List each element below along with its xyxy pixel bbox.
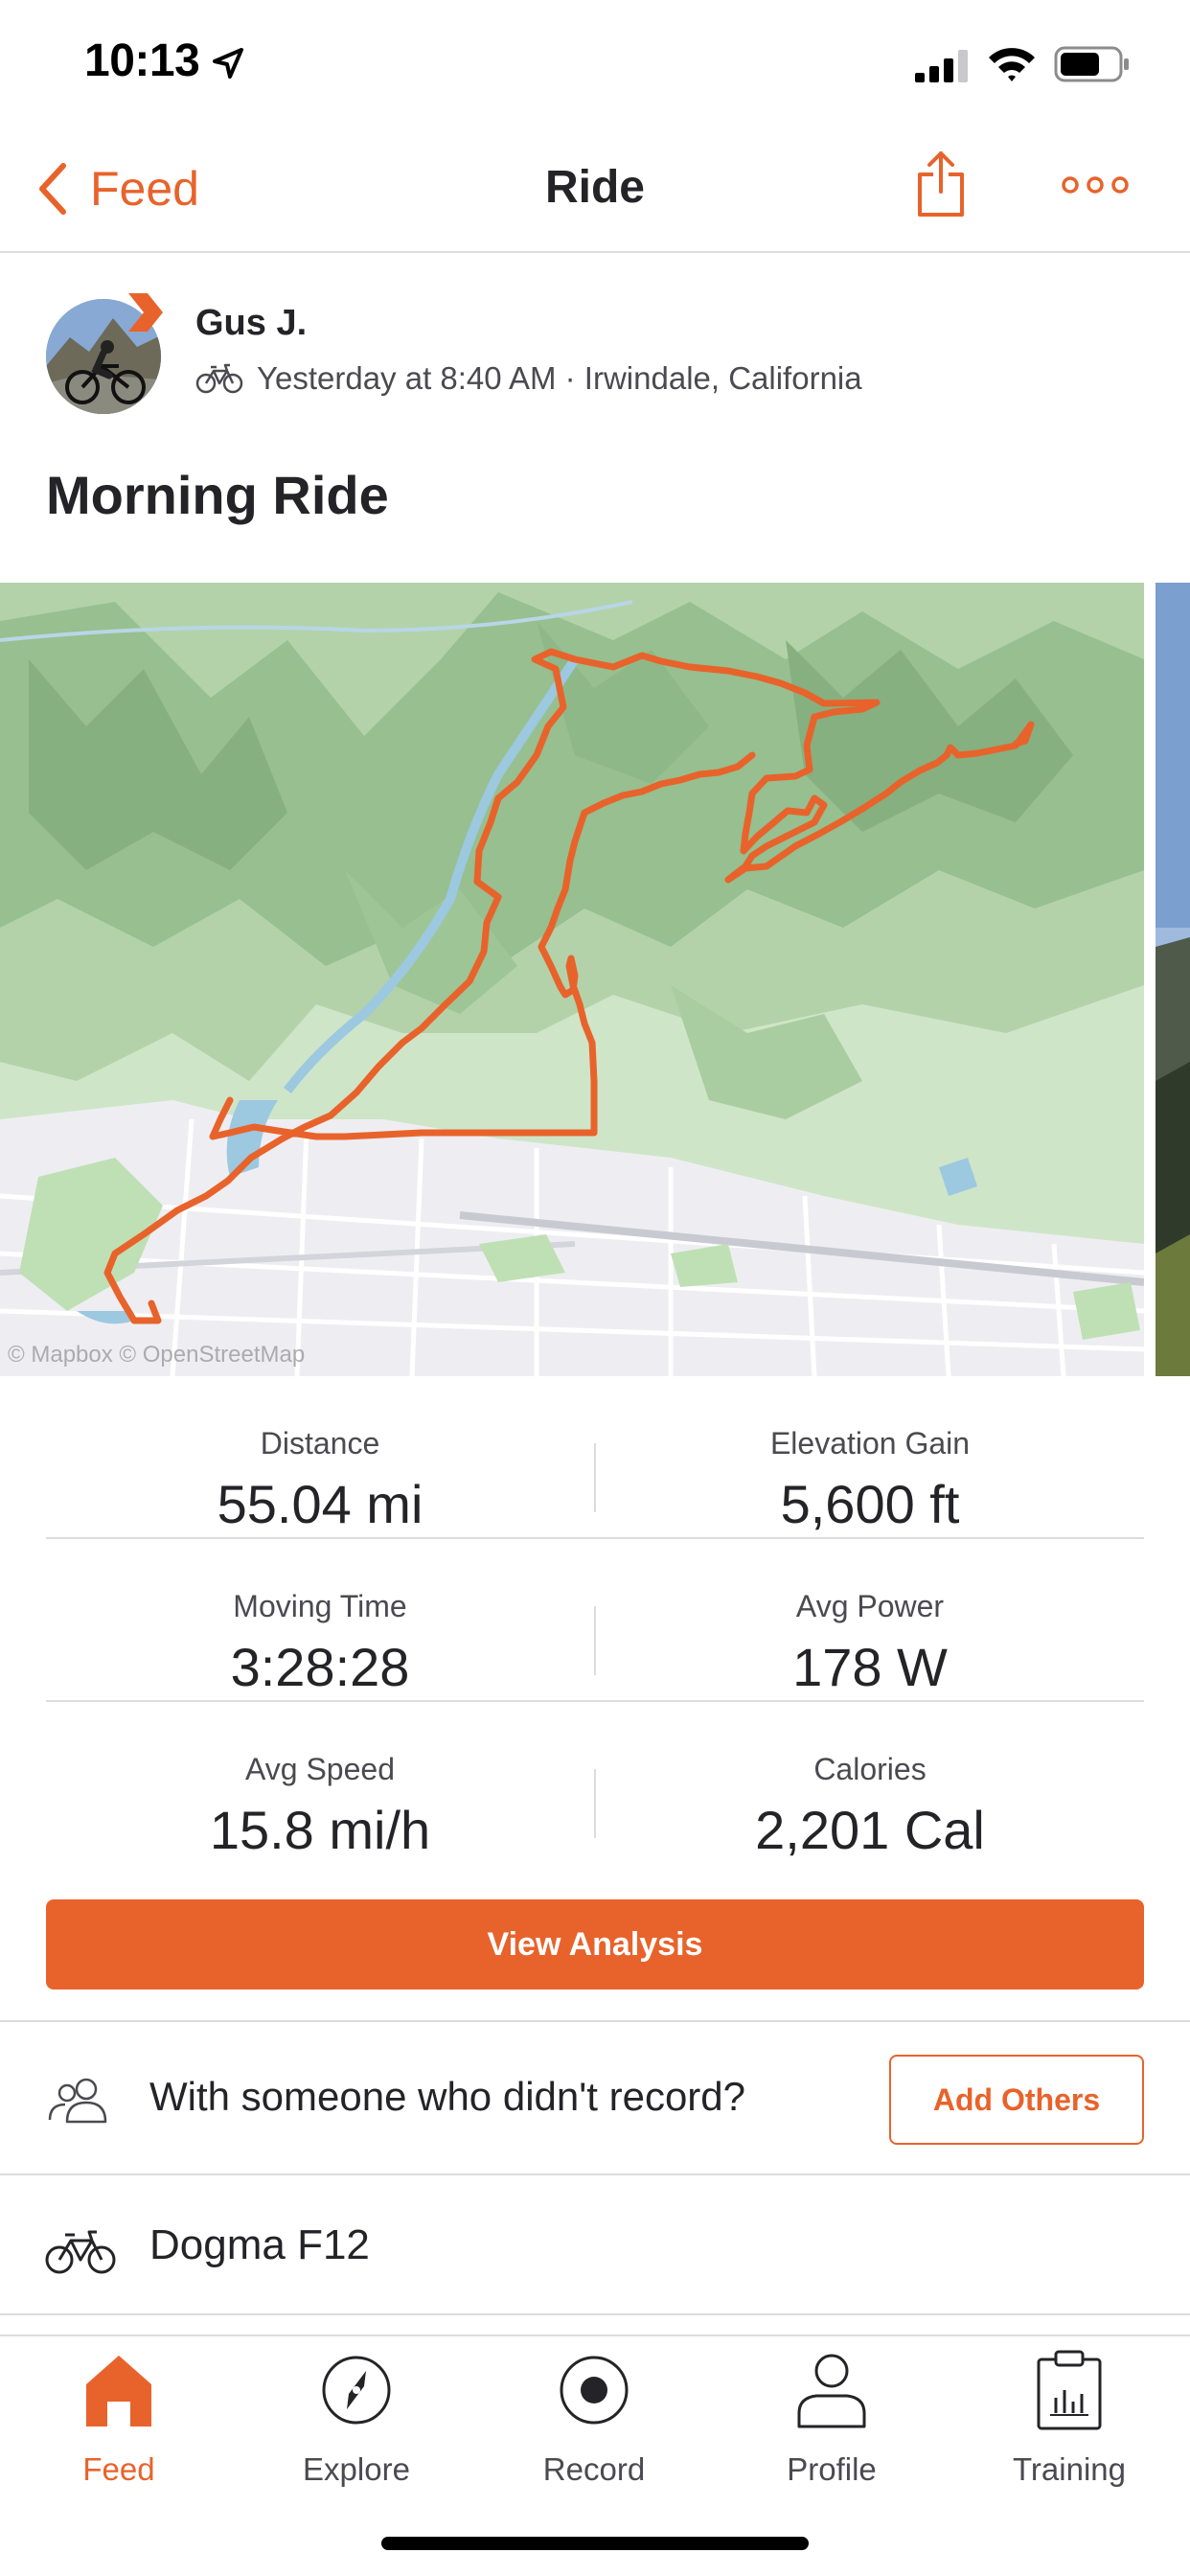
people-icon — [48, 2078, 107, 2124]
stat-label: Avg Speed — [245, 1752, 395, 1786]
map-attribution: © Mapbox © OpenStreetMap — [8, 1342, 306, 1368]
view-analysis-button[interactable]: View Analysis — [46, 1899, 1144, 1990]
clipboard-chart-icon — [1037, 2350, 1102, 2430]
tab-explore[interactable]: Explore — [238, 2336, 475, 2528]
stat-avg-power: Avg Power 178 W — [596, 1539, 1144, 1698]
more-options-icon[interactable] — [1062, 174, 1129, 196]
route-map[interactable]: © Mapbox © OpenStreetMap — [0, 583, 1144, 1376]
tab-label: Explore — [303, 2451, 410, 2487]
location-arrow-icon — [213, 48, 243, 79]
activity-stats: Distance 55.04 mi Elevation Gain 5,600 f… — [46, 1376, 1144, 1865]
stat-value: 55.04 mi — [217, 1474, 423, 1534]
stat-value: 2,201 Cal — [755, 1800, 985, 1860]
profile-icon — [797, 2354, 866, 2428]
bike-icon — [45, 2230, 116, 2274]
cellular-signal-icon — [915, 50, 968, 82]
share-icon[interactable] — [916, 150, 966, 218]
wifi-icon — [989, 48, 1035, 81]
tab-record[interactable]: Record — [475, 2336, 713, 2528]
status-time: 10:13 — [84, 35, 200, 86]
stat-distance: Distance 55.04 mi — [46, 1376, 594, 1535]
tab-label: Record — [542, 2451, 646, 2487]
stat-elevation-gain: Elevation Gain 5,600 ft — [596, 1376, 1144, 1535]
summit-badge-icon — [128, 293, 163, 332]
stat-row: Distance 55.04 mi Elevation Gain 5,600 f… — [46, 1376, 1144, 1539]
stat-label: Moving Time — [233, 1589, 407, 1623]
stat-value: 5,600 ft — [780, 1474, 960, 1534]
stat-value: 3:28:28 — [230, 1637, 410, 1697]
home-icon — [86, 2356, 151, 2426]
tab-label: Feed — [82, 2451, 155, 2487]
tab-label: Profile — [787, 2451, 877, 2487]
stat-value: 15.8 mi/h — [209, 1800, 431, 1860]
activity-title: Morning Ride — [46, 465, 389, 525]
stat-avg-speed: Avg Speed 15.8 mi/h — [46, 1702, 594, 1861]
navigation-bar: Feed Ride — [0, 126, 1190, 253]
stat-value: 178 W — [792, 1637, 948, 1697]
divider — [0, 2313, 1190, 2315]
athlete-name[interactable]: Gus J. — [195, 303, 307, 344]
stat-moving-time: Moving Time 3:28:28 — [46, 1539, 594, 1698]
tab-training[interactable]: Training — [950, 2336, 1188, 2528]
bike-icon — [195, 363, 243, 394]
add-others-button[interactable]: Add Others — [889, 2055, 1144, 2145]
stat-row: Avg Speed 15.8 mi/h Calories 2,201 Cal — [46, 1702, 1144, 1865]
activity-photo-preview[interactable] — [1156, 583, 1190, 1376]
gear-name: Dogma F12 — [149, 2221, 370, 2268]
stat-label: Distance — [260, 1426, 380, 1460]
page-title: Ride — [544, 162, 645, 213]
stat-label: Elevation Gain — [769, 1426, 971, 1460]
compass-icon — [322, 2356, 391, 2425]
activity-meta: Yesterday at 8:40 AM · Irwindale, Califo… — [195, 360, 862, 397]
stat-label: Avg Power — [795, 1589, 945, 1623]
tab-profile[interactable]: Profile — [713, 2336, 950, 2528]
activity-date-location: Yesterday at 8:40 AM · Irwindale, Califo… — [257, 360, 862, 396]
gear-row[interactable]: Dogma F12 — [0, 2175, 1190, 2315]
home-indicator[interactable] — [381, 2537, 809, 2550]
stat-row: Moving Time 3:28:28 Avg Power 178 W — [46, 1539, 1144, 1702]
tab-feed[interactable]: Feed — [0, 2336, 238, 2528]
tab-label: Training — [1013, 2451, 1126, 2487]
with-others-text: With someone who didn't record? — [149, 2074, 746, 2119]
battery-icon — [1054, 46, 1129, 82]
stat-label: Calories — [813, 1752, 927, 1786]
record-icon — [560, 2356, 629, 2425]
stat-calories: Calories 2,201 Cal — [596, 1702, 1144, 1861]
status-bar: 10:13 — [0, 0, 1190, 126]
with-others-row: With someone who didn't record? Add Othe… — [0, 2022, 1190, 2175]
